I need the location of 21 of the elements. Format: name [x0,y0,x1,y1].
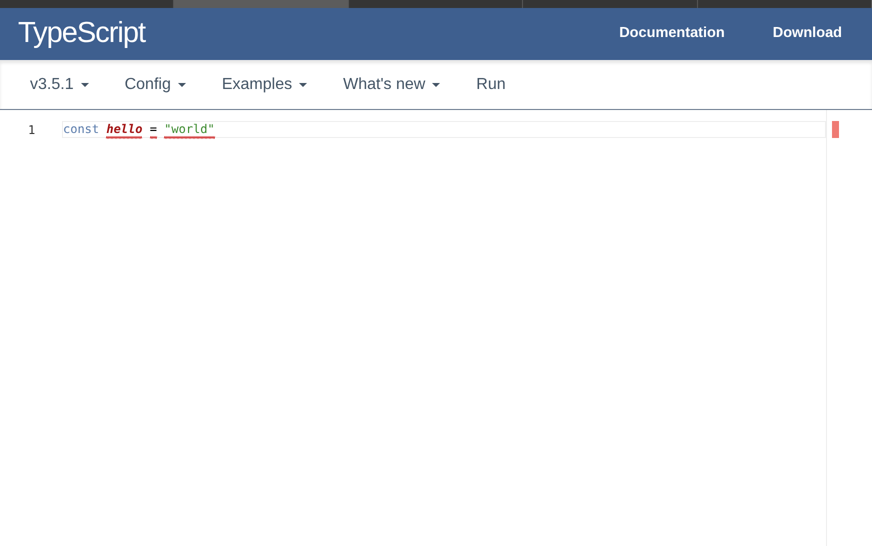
browser-tab[interactable] [698,0,872,8]
code-token: hello [106,123,142,139]
line-number: 1 [27,122,36,138]
browser-tab[interactable] [523,0,698,8]
dropdown-button[interactable]: Examples [222,72,308,96]
code-token: "world" [164,123,215,139]
browser-tab[interactable] [174,0,349,8]
typescript-logo[interactable]: TypeScript [18,12,145,56]
caret-icon [432,82,440,86]
caret-icon [299,82,308,86]
caret-icon [80,82,89,86]
run-button[interactable]: Run [476,72,506,96]
dropdown-button[interactable]: What's new [343,72,440,96]
code-token: const [63,123,100,138]
dropdown-button[interactable]: Config [124,72,186,96]
caret-icon [178,82,186,86]
browser-tab[interactable] [0,0,174,8]
nav-link[interactable]: Documentation [619,23,725,45]
browser-tab[interactable] [348,0,524,8]
nav-link[interactable]: Download [772,23,842,45]
dropdown-button[interactable]: v3.5.1 [30,72,89,96]
